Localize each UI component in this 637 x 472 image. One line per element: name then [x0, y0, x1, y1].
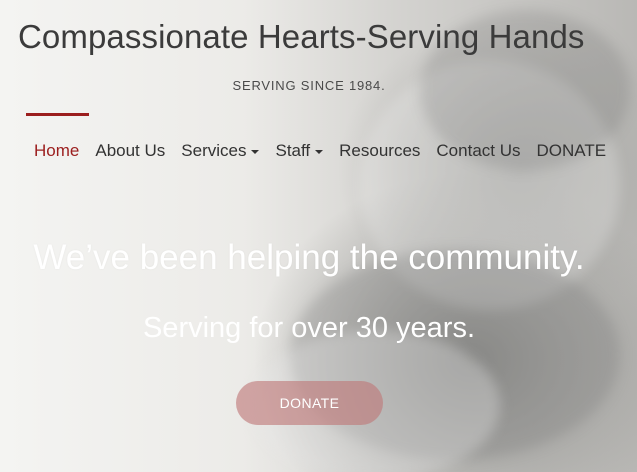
caret-down-icon [315, 149, 324, 154]
nav-item-label: DONATE [536, 141, 607, 160]
nav-item-donate[interactable]: DONATE [537, 141, 607, 161]
nav-item-staff[interactable]: Staff [275, 141, 324, 161]
site-tagline: SERVING SINCE 1984. [232, 78, 386, 93]
nav-item-resources[interactable]: Resources [339, 141, 420, 161]
nav-item-label: Staff [275, 141, 311, 160]
nav-item-about-us[interactable]: About Us [95, 141, 165, 161]
nav-item-label: Contact Us [436, 141, 521, 160]
donate-button[interactable]: DONATE [236, 381, 383, 425]
nav-item-home[interactable]: Home [34, 141, 79, 161]
hero-subheadline: Serving for over 30 years. [142, 312, 476, 344]
hero-headline: We’ve been helping the community. [33, 238, 585, 277]
site-title[interactable]: Compassionate Hearts-Serving Hands [18, 18, 585, 56]
caret-down-icon [251, 149, 260, 154]
nav-item-label: About Us [95, 141, 166, 160]
accent-divider [26, 113, 89, 116]
nav-item-services[interactable]: Services [181, 141, 260, 161]
nav-item-label: Resources [339, 141, 421, 160]
nav-item-label: Services [181, 141, 247, 160]
nav-item-contact-us[interactable]: Contact Us [436, 141, 520, 161]
nav-item-label: Home [34, 141, 80, 160]
main-nav: Home About Us Services Staff Resources C… [34, 141, 606, 161]
